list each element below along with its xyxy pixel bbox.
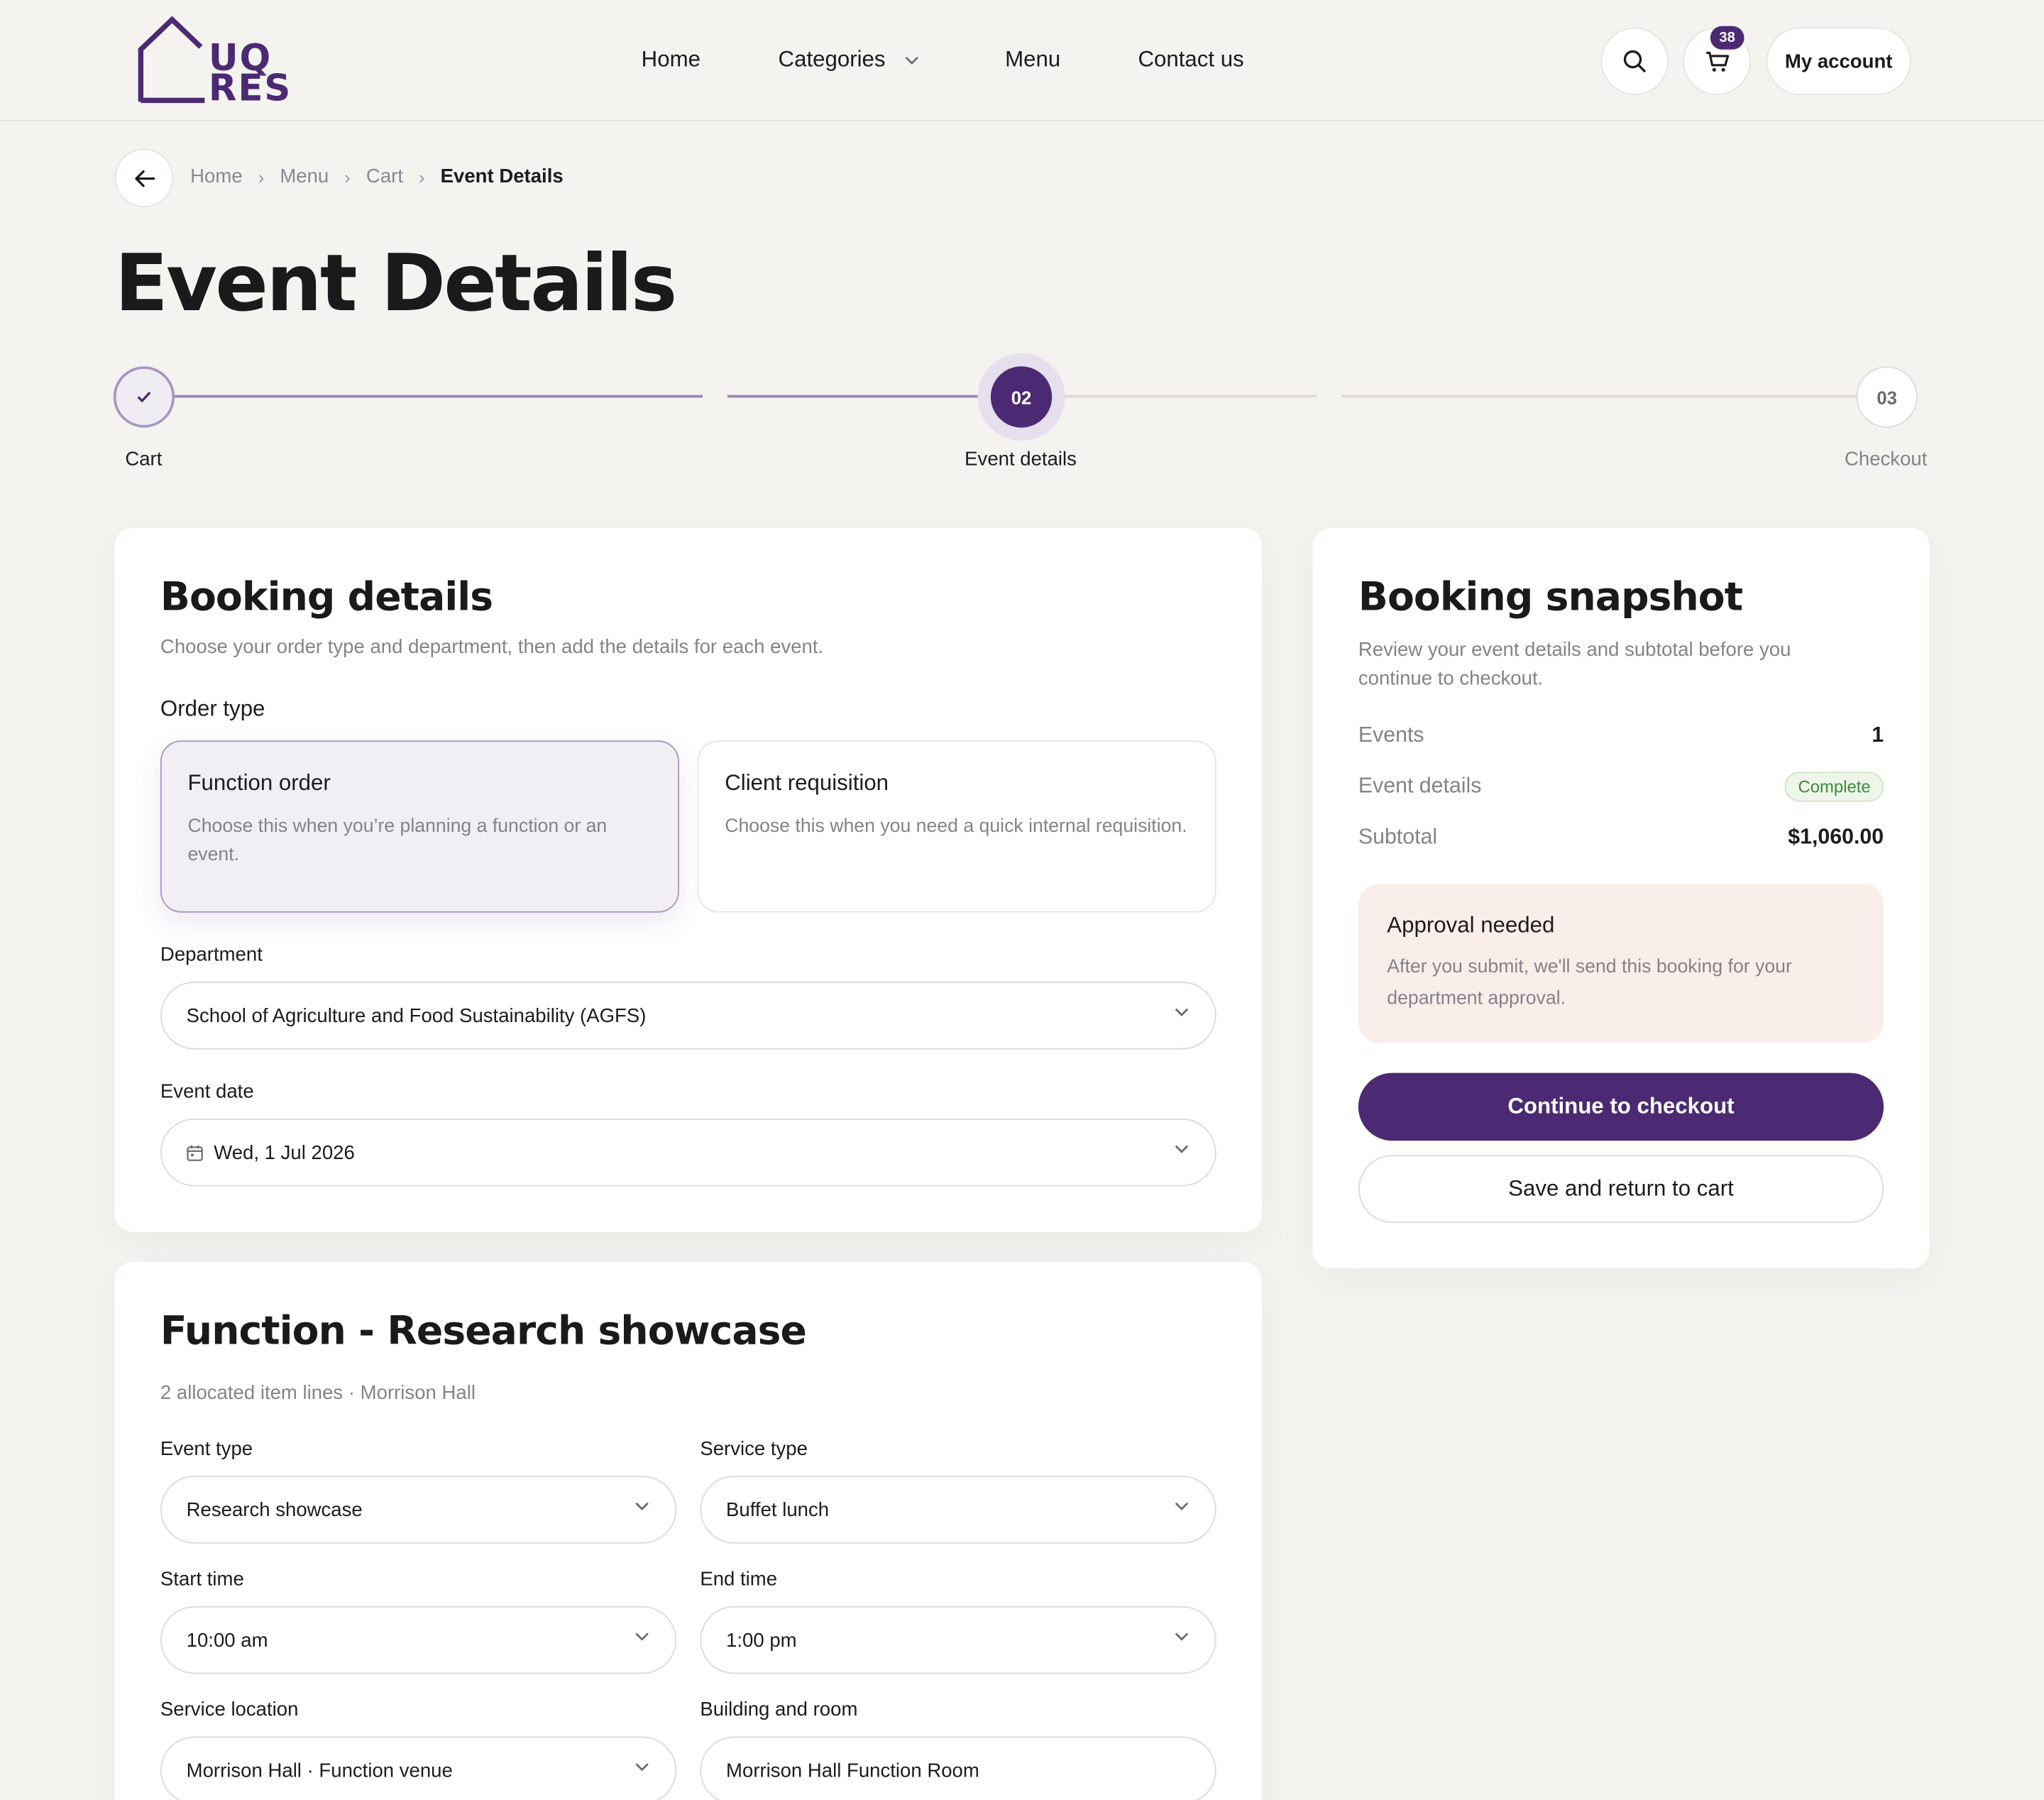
order-type-label: Order type	[160, 696, 265, 721]
step-connector	[1341, 395, 1859, 398]
step-connector	[173, 395, 703, 398]
step-label-cart: Cart	[125, 448, 163, 471]
option-function-order-title: Function order	[187, 770, 331, 796]
chevron-down-icon	[635, 1502, 649, 1510]
nav-contact[interactable]: Contact us	[1138, 47, 1243, 73]
step-event-details-active: 02	[977, 353, 1065, 441]
page-title: Event Details	[114, 238, 678, 330]
event-date-value: Wed, 1 Jul 2026	[214, 1141, 355, 1164]
option-client-requisition-desc: Choose this when you need a quick intern…	[725, 816, 1187, 838]
continue-to-checkout-button[interactable]: Continue to checkout	[1358, 1072, 1884, 1141]
status-badge: Complete	[1785, 772, 1884, 802]
breadcrumb-home[interactable]: Home	[190, 165, 242, 187]
chevron-down-icon	[635, 1632, 649, 1641]
building-room-label: Building and room	[700, 1699, 858, 1721]
event-type-label: Event type	[160, 1437, 253, 1461]
service-location-select[interactable]: Morrison Hall · Function venue	[160, 1736, 677, 1800]
events-label: Events	[1358, 723, 1424, 747]
cart-icon	[1705, 50, 1729, 71]
my-account-button[interactable]: My account	[1766, 27, 1911, 96]
event-type-select[interactable]: Research showcase	[160, 1476, 677, 1544]
snapshot-subtotal-row: Subtotal $1,060.00	[1358, 825, 1884, 850]
house-logo-icon	[138, 16, 205, 104]
chevron-down-icon	[1175, 1502, 1189, 1510]
chevron-down-icon	[1175, 1008, 1189, 1016]
end-time-select[interactable]: 1:00 pm	[700, 1606, 1216, 1674]
start-time-value: 10:00 am	[186, 1628, 268, 1652]
event-type-value: Research showcase	[186, 1498, 363, 1521]
option-client-requisition[interactable]: Client requisition Choose this when you …	[697, 740, 1216, 913]
step-label-checkout: Checkout	[1844, 448, 1928, 471]
booking-snapshot-title: Booking snapshot	[1358, 574, 1743, 621]
event-date-picker[interactable]: Wed, 1 Jul 2026	[160, 1118, 1216, 1187]
step-number: 02	[990, 366, 1053, 428]
logo-text-bottom: RES	[208, 66, 292, 110]
chevron-right-icon: ›	[258, 166, 265, 187]
function-meta: 2 allocated item lines · Morrison Hall	[160, 1381, 476, 1405]
breadcrumb: Home › Menu › Cart › Event Details	[190, 165, 564, 187]
chevron-down-icon	[1175, 1632, 1189, 1641]
chevron-right-icon: ›	[419, 166, 425, 187]
end-time-label: End time	[700, 1568, 778, 1591]
chevron-down-icon	[905, 56, 918, 65]
subtotal-value: $1,060.00	[1788, 825, 1884, 849]
service-type-select[interactable]: Buffet lunch	[700, 1476, 1216, 1544]
check-icon	[137, 391, 151, 403]
building-room-input[interactable]: Morrison Hall Function Room	[700, 1736, 1216, 1800]
back-button[interactable]	[114, 148, 174, 208]
approval-title: Approval needed	[1387, 912, 1555, 938]
approval-notice: Approval needed After you submit, we'll …	[1358, 884, 1884, 1043]
event-date-label: Event date	[160, 1080, 254, 1103]
booking-snapshot-subtitle: Review your event details and subtotal b…	[1358, 638, 1791, 690]
department-select[interactable]: School of Agriculture and Food Sustainab…	[160, 982, 1216, 1050]
service-type-value: Buffet lunch	[726, 1498, 830, 1521]
start-time-label: Start time	[160, 1568, 244, 1591]
department-label: Department	[160, 943, 263, 967]
step-connector	[1050, 395, 1317, 398]
cart-count-badge: 38	[1710, 26, 1744, 50]
option-function-order-desc: Choose this when you’re planning a funct…	[187, 816, 608, 866]
option-function-order[interactable]: Function order Choose this when you’re p…	[160, 740, 679, 913]
service-type-label: Service type	[700, 1437, 808, 1461]
top-header: UQ RES Home Categories Menu Contact us 3…	[0, 0, 2044, 121]
save-and-return-button[interactable]: Save and return to cart	[1358, 1155, 1884, 1223]
event-details-label: Event details	[1358, 774, 1482, 799]
search-icon	[1623, 50, 1646, 72]
step-cart-done[interactable]	[113, 366, 175, 428]
step-label-event-details: Event details	[965, 448, 1077, 471]
nav-categories[interactable]: Categories	[779, 47, 919, 73]
events-value: 1	[1872, 723, 1884, 747]
arrow-left-icon	[134, 169, 155, 187]
booking-details-subtitle: Choose your order type and department, t…	[160, 636, 824, 659]
snapshot-events-row: Events 1	[1358, 723, 1884, 748]
function-title: Function - Research showcase	[160, 1309, 807, 1355]
option-client-requisition-title: Client requisition	[725, 770, 889, 796]
nav-menu[interactable]: Menu	[1005, 47, 1060, 73]
brand-logo[interactable]: UQ RES	[137, 16, 290, 107]
nav-categories-label: Categories	[778, 47, 886, 72]
calendar-icon	[187, 1144, 203, 1160]
chevron-down-icon	[1175, 1145, 1189, 1153]
step-checkout: 03	[1856, 366, 1918, 428]
booking-details-title: Booking details	[160, 574, 493, 621]
service-location-label: Service location	[160, 1699, 299, 1721]
approval-desc: After you submit, we'll send this bookin…	[1387, 957, 1792, 1009]
page: UQ RES Home Categories Menu Contact us 3…	[0, 0, 2044, 1800]
breadcrumb-menu[interactable]: Menu	[280, 165, 329, 187]
department-value: School of Agriculture and Food Sustainab…	[186, 1004, 647, 1027]
search-button[interactable]	[1600, 27, 1669, 96]
service-location-value: Morrison Hall · Function venue	[186, 1759, 453, 1782]
nav-home[interactable]: Home	[642, 47, 700, 73]
breadcrumb-cart[interactable]: Cart	[366, 165, 403, 187]
snapshot-details-row: Event details Complete	[1358, 772, 1884, 802]
building-room-value: Morrison Hall Function Room	[726, 1759, 979, 1782]
breadcrumb-current: Event Details	[440, 165, 564, 188]
end-time-value: 1:00 pm	[726, 1628, 797, 1652]
viewport: UQ RES Home Categories Menu Contact us 3…	[0, 0, 2044, 1800]
chevron-right-icon: ›	[344, 166, 351, 187]
chevron-down-icon	[635, 1763, 649, 1772]
subtotal-label: Subtotal	[1358, 825, 1438, 849]
step-connector	[727, 395, 992, 398]
start-time-select[interactable]: 10:00 am	[160, 1606, 677, 1674]
